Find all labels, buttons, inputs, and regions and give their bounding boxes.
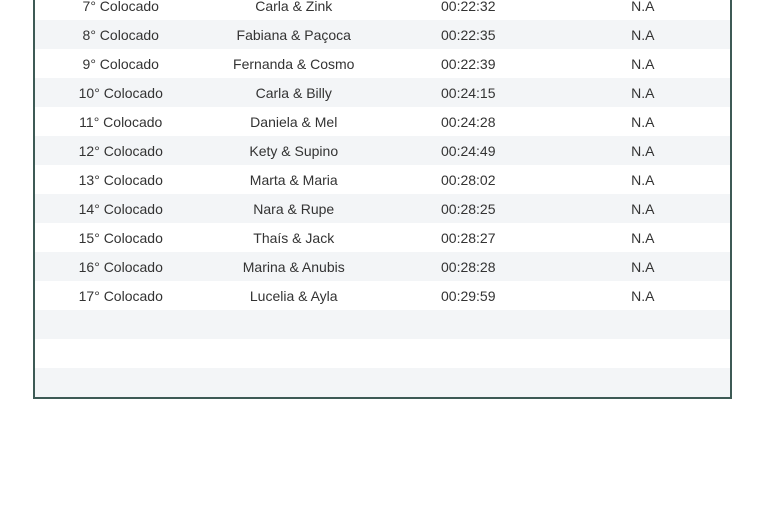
pair-cell: Lucelia & Ayla xyxy=(249,287,338,304)
position-cell: 13° Colocado xyxy=(78,171,163,188)
table-row-empty xyxy=(35,339,730,368)
position-cell: 12° Colocado xyxy=(78,142,163,159)
extra-cell: N.A xyxy=(631,142,655,159)
pair-cell: Marina & Anubis xyxy=(242,258,345,275)
position-cell: 10° Colocado xyxy=(78,84,163,101)
extra-cell: N.A xyxy=(631,171,655,188)
pair-cell: Daniela & Mel xyxy=(250,113,338,130)
extra-cell: N.A xyxy=(631,84,655,101)
pair-cell: Nara & Rupe xyxy=(253,200,335,217)
time-cell: 00:22:35 xyxy=(441,26,496,43)
pair-cell: Carla & Billy xyxy=(255,84,332,101)
table-row: 16° Colocado Marina & Anubis 00:28:28 N.… xyxy=(35,252,730,281)
pair-cell: Carla & Zink xyxy=(255,0,333,14)
table-row: 7° Colocado Carla & Zink 00:22:32 N.A xyxy=(35,0,730,20)
table-row: 14° Colocado Nara & Rupe 00:28:25 N.A xyxy=(35,194,730,223)
table-row: 13° Colocado Marta & Maria 00:28:02 N.A xyxy=(35,165,730,194)
table-row: 15° Colocado Thaís & Jack 00:28:27 N.A xyxy=(35,223,730,252)
extra-cell: N.A xyxy=(631,113,655,130)
table-row-empty xyxy=(35,368,730,397)
pair-cell: Kety & Supino xyxy=(249,142,339,159)
time-cell: 00:24:49 xyxy=(441,142,496,159)
position-cell: 16° Colocado xyxy=(78,258,163,275)
extra-cell: N.A xyxy=(631,229,655,246)
position-cell: 7° Colocado xyxy=(82,0,159,14)
time-cell: 00:24:15 xyxy=(441,84,496,101)
table-row: 12° Colocado Kety & Supino 00:24:49 N.A xyxy=(35,136,730,165)
extra-cell: N.A xyxy=(631,287,655,304)
pair-cell: Thaís & Jack xyxy=(253,229,335,246)
position-cell: 9° Colocado xyxy=(82,55,159,72)
time-cell: 00:24:28 xyxy=(441,113,496,130)
time-cell: 00:28:02 xyxy=(441,171,496,188)
extra-cell: N.A xyxy=(631,200,655,217)
table-row: 9° Colocado Fernanda & Cosmo 00:22:39 N.… xyxy=(35,49,730,78)
time-cell: 00:28:25 xyxy=(441,200,496,217)
extra-cell: N.A xyxy=(631,55,655,72)
table-row-empty xyxy=(35,310,730,339)
position-cell: 17° Colocado xyxy=(78,287,163,304)
table-row: 8° Colocado Fabiana & Paçoca 00:22:35 N.… xyxy=(35,20,730,49)
time-cell: 00:28:28 xyxy=(441,258,496,275)
pair-cell: Fernanda & Cosmo xyxy=(233,55,355,72)
extra-cell: N.A xyxy=(631,26,655,43)
position-cell: 15° Colocado xyxy=(78,229,163,246)
table-row: 11° Colocado Daniela & Mel 00:24:28 N.A xyxy=(35,107,730,136)
time-cell: 00:22:32 xyxy=(441,0,496,14)
time-cell: 00:29:59 xyxy=(441,287,496,304)
position-cell: 14° Colocado xyxy=(78,200,163,217)
time-cell: 00:28:27 xyxy=(441,229,496,246)
table-row: 10° Colocado Carla & Billy 00:24:15 N.A xyxy=(35,78,730,107)
extra-cell: N.A xyxy=(631,0,655,14)
position-cell: 11° Colocado xyxy=(79,113,163,130)
ranking-table: 7° Colocado Carla & Zink 00:22:32 N.A 8°… xyxy=(33,0,732,399)
pair-cell: Marta & Maria xyxy=(249,171,338,188)
pair-cell: Fabiana & Paçoca xyxy=(236,26,351,43)
extra-cell: N.A xyxy=(631,258,655,275)
table-row: 17° Colocado Lucelia & Ayla 00:29:59 N.A xyxy=(35,281,730,310)
position-cell: 8° Colocado xyxy=(82,26,159,43)
time-cell: 00:22:39 xyxy=(441,55,496,72)
